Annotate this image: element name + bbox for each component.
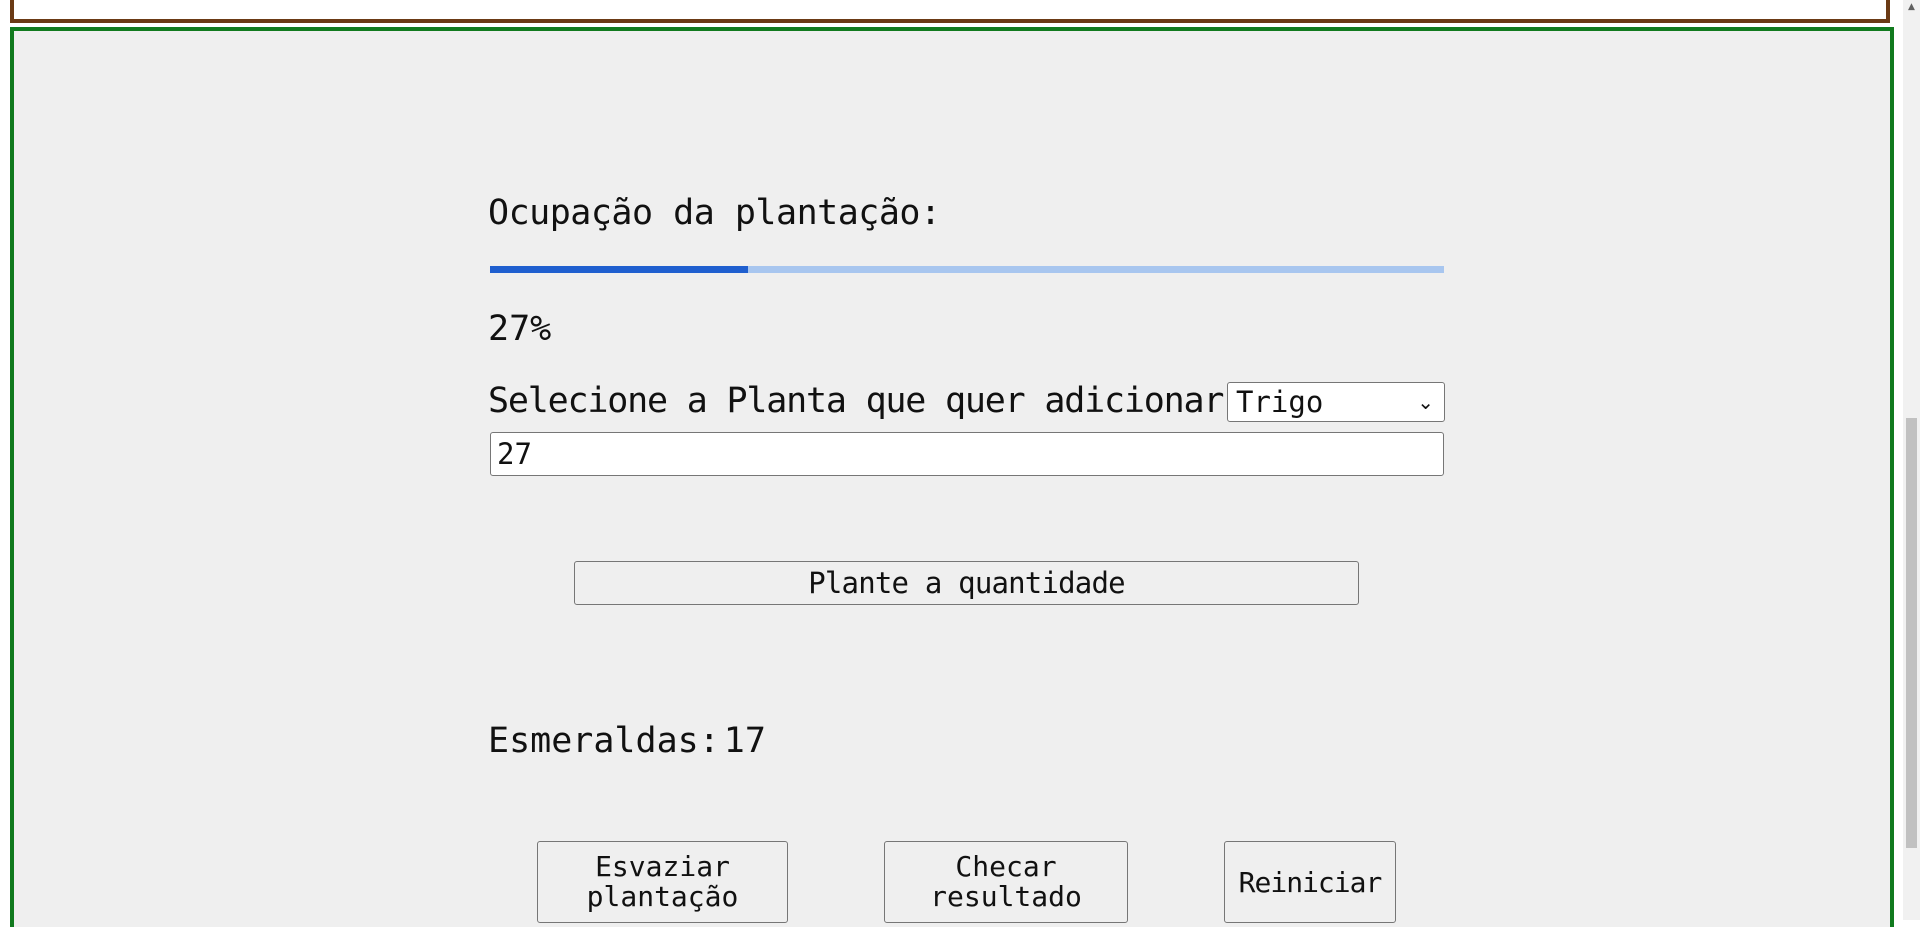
occupancy-progress-fill	[490, 266, 748, 273]
plant-select-value: Trigo	[1236, 385, 1324, 419]
top-panel	[10, 0, 1890, 23]
scrollbar-thumb[interactable]	[1906, 418, 1917, 848]
scroll-up-arrow-icon[interactable]: ▲	[1906, 2, 1917, 13]
empty-plantation-button[interactable]: Esvaziar plantação	[537, 841, 788, 923]
occupancy-progress-bar	[490, 266, 1444, 273]
quantity-input[interactable]	[490, 432, 1444, 476]
plant-quantity-button[interactable]: Plante a quantidade	[574, 561, 1359, 605]
emeralds-counter: Esmeraldas: 17	[488, 721, 766, 761]
empty-plantation-label-line1: Esvaziar	[595, 850, 730, 883]
restart-button[interactable]: Reiniciar	[1224, 841, 1396, 923]
emeralds-value: 17	[723, 721, 766, 761]
game-panel: Ocupação da plantação: 27% Selecione a P…	[10, 27, 1894, 927]
plant-select-label: Selecione a Planta que quer adicionar:	[488, 381, 1244, 421]
plant-select[interactable]: Trigo ⌄	[1227, 382, 1445, 422]
check-result-button[interactable]: Checar resultado	[884, 841, 1128, 923]
occupancy-label: Ocupação da plantação:	[488, 193, 941, 233]
check-result-label-line1: Checar	[955, 850, 1057, 883]
empty-plantation-label-line2: plantação	[586, 880, 739, 913]
chevron-down-icon: ⌄	[1417, 390, 1434, 414]
vertical-scrollbar[interactable]: ▲	[1903, 0, 1920, 920]
check-result-label-line2: resultado	[930, 880, 1082, 913]
emeralds-label: Esmeraldas:	[488, 721, 720, 761]
occupancy-percent: 27%	[488, 309, 552, 349]
